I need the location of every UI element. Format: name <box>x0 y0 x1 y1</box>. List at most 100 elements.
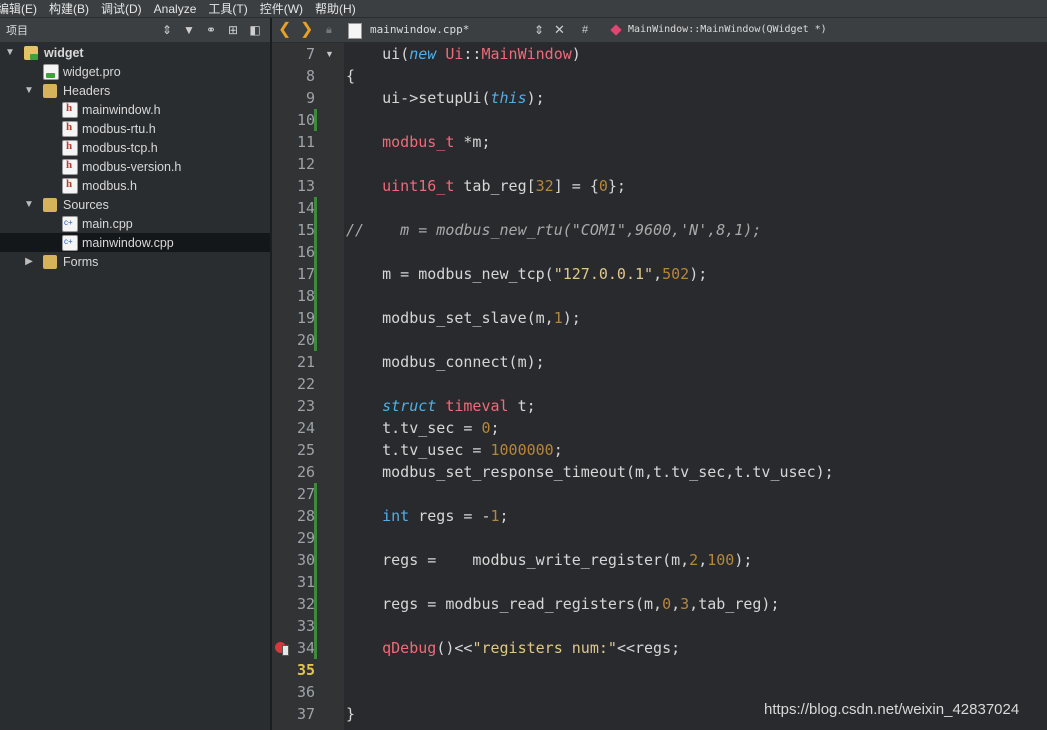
menu-item[interactable]: 编辑(E) <box>0 0 43 17</box>
cpp-icon <box>62 215 78 232</box>
code-token: ( <box>400 45 410 63</box>
forward-arrow-icon[interactable]: ❯ <box>300 18 313 42</box>
line-number: 33 <box>296 617 315 635</box>
modified-line-marker <box>314 571 317 593</box>
menu-item[interactable]: 调试(D) <box>95 0 148 17</box>
code-line[interactable]: { <box>346 65 355 87</box>
modified-line-marker <box>314 549 317 571</box>
tree-item[interactable]: modbus.h <box>0 176 270 195</box>
code-token: uint16_t <box>382 177 455 195</box>
tree-item[interactable]: mainwindow.h <box>0 100 270 119</box>
tree-item[interactable]: ▼ Sources <box>0 195 270 214</box>
menu-item[interactable]: 帮助(H) <box>309 0 362 17</box>
tree-item[interactable]: widget.pro <box>0 62 270 81</box>
code-token: , <box>653 265 663 283</box>
code-token: modbus_set_slave(m, <box>346 309 554 327</box>
fold-arrow-icon[interactable]: ▼ <box>325 49 334 59</box>
hash-icon[interactable]: # <box>582 18 588 42</box>
collapsed-arrow-icon[interactable]: ▶ <box>23 256 35 267</box>
code-line[interactable]: } <box>346 703 355 725</box>
combo-arrows-icon[interactable]: ⇕ <box>156 19 178 41</box>
code-token: regs = modbus_write_register(m, <box>346 551 690 569</box>
menu-item[interactable]: Analyze <box>148 2 203 16</box>
code-line[interactable]: qDebug()<<"registers num:"<<regs; <box>346 637 680 659</box>
code-token: , <box>671 595 681 613</box>
file-combo-arrows-icon[interactable]: ⇕ <box>534 18 544 42</box>
modified-line-marker <box>314 527 317 549</box>
hfile-icon <box>62 139 78 156</box>
code-token: this <box>490 89 527 107</box>
filter-icon[interactable]: ▼ <box>178 19 200 41</box>
tree-item[interactable]: ▼ widget <box>0 43 270 62</box>
tree-item[interactable]: modbus-tcp.h <box>0 138 270 157</box>
tree-item[interactable]: modbus-version.h <box>0 157 270 176</box>
code-token: { <box>346 67 356 85</box>
code-token: ui->setupUi( <box>346 89 491 107</box>
tree-item[interactable]: mainwindow.cpp <box>0 233 270 252</box>
code-line[interactable]: modbus_set_slave(m,1); <box>346 307 581 329</box>
symbol-selector[interactable]: MainWindow::MainWindow(QWidget *) <box>628 18 827 42</box>
code-line[interactable]: modbus_set_response_timeout(m,t.tv_sec,t… <box>346 461 834 483</box>
code-line[interactable]: m = modbus_new_tcp("127.0.0.1",502); <box>346 263 707 285</box>
code-line[interactable]: int regs = -1; <box>346 505 508 527</box>
code-line[interactable]: uint16_t tab_reg[32] = {0}; <box>346 175 626 197</box>
code-token: modbus_set_response_timeout(m,t.tv_sec,t… <box>346 463 834 481</box>
expanded-arrow-icon[interactable]: ▼ <box>23 199 35 210</box>
expanded-arrow-icon[interactable]: ▼ <box>4 47 16 58</box>
back-arrow-icon[interactable]: ❮ <box>278 18 291 42</box>
line-number: 20 <box>296 331 315 349</box>
code-line[interactable]: ui(new Ui::MainWindow) <box>346 43 581 65</box>
code-token: t.tv_usec = <box>346 441 491 459</box>
code-line[interactable]: modbus_t *m; <box>346 131 491 153</box>
link-icon[interactable]: ⚭ <box>200 19 222 41</box>
code-line[interactable]: regs = modbus_write_register(m,2,100); <box>346 549 752 571</box>
tree-item[interactable]: ▼ Headers <box>0 81 270 100</box>
code-line[interactable]: t.tv_usec = 1000000; <box>346 439 563 461</box>
open-file-name[interactable]: mainwindow.cpp* <box>370 18 469 42</box>
code-editor[interactable]: ui(new Ui::MainWindow){ ui->setupUi(this… <box>344 43 1047 730</box>
menu-item[interactable]: 控件(W) <box>254 0 309 17</box>
code-token: 0 <box>662 595 672 613</box>
project-selector[interactable]: 项目 <box>6 22 156 38</box>
line-number: 26 <box>296 463 315 481</box>
project-tree: ▼ widget widget.pro ▼ Headers mainwindow.h mod… <box>0 43 270 730</box>
code-line[interactable]: ui->setupUi(this); <box>346 87 545 109</box>
code-token: ) <box>571 45 581 63</box>
line-number: 19 <box>296 309 315 327</box>
expanded-arrow-icon[interactable]: ▼ <box>23 85 35 96</box>
cpp-icon <box>62 234 78 251</box>
code-line[interactable]: modbus_connect(m); <box>346 351 545 373</box>
code-token: ui <box>382 45 401 63</box>
code-line[interactable]: regs = modbus_read_registers(m,0,3,tab_r… <box>346 593 779 615</box>
code-token: ; <box>553 441 563 459</box>
line-number: 18 <box>296 287 315 305</box>
line-number: 23 <box>296 397 315 415</box>
code-token: <<regs; <box>616 639 681 657</box>
hfile-icon <box>62 177 78 194</box>
folder-icon <box>43 83 57 98</box>
menu-item[interactable]: 工具(T) <box>202 0 253 17</box>
code-line[interactable]: struct timeval t; <box>346 395 536 417</box>
line-number: 22 <box>296 375 315 393</box>
code-token: *m; <box>454 133 491 151</box>
code-line[interactable]: t.tv_sec = 0; <box>346 417 499 439</box>
tree-item-label: Headers <box>63 83 111 98</box>
tree-item[interactable]: modbus-rtu.h <box>0 119 270 138</box>
cpp-file-icon <box>348 23 362 39</box>
line-number-gutter[interactable]: 7 8 ▼ 9 10 11 12 13 14 15 16 17 18 19 20 21 22 23 24 25 26 27… <box>272 43 344 730</box>
tree-item[interactable]: ▶ Forms <box>0 252 270 271</box>
code-line[interactable]: // m = modbus_new_rtu("COM1",9600,'N',8,… <box>346 219 761 241</box>
close-file-icon[interactable]: ✕ <box>554 18 565 42</box>
code-token: modbus_t <box>382 133 455 151</box>
close-pane-icon[interactable]: ◧ <box>244 19 266 41</box>
split-add-icon[interactable]: ⊞ <box>222 19 244 41</box>
code-token: ); <box>526 89 545 107</box>
menu-item[interactable]: 构建(B) <box>43 0 95 17</box>
line-number: 7 <box>305 45 315 63</box>
code-token: "127.0.0.1" <box>553 265 654 283</box>
code-token: int <box>382 507 410 525</box>
code-token: }; <box>607 177 626 195</box>
tree-item[interactable]: main.cpp <box>0 214 270 233</box>
